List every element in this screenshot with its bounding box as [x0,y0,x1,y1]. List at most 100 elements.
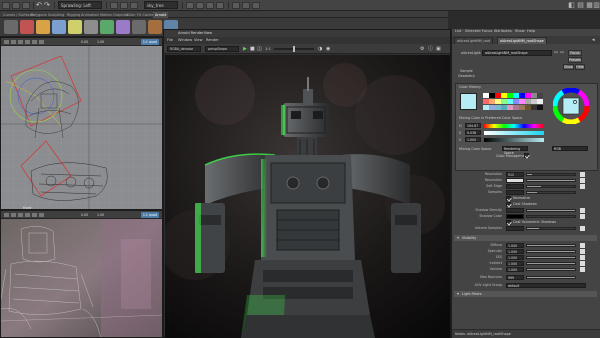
hue-field[interactable]: 194.67 [465,123,481,128]
ae-focus-button[interactable]: Focus [568,50,582,56]
ae-menu-list[interactable]: List [455,28,461,35]
render-menu-file[interactable]: File [167,37,173,44]
save-scene-icon[interactable] [22,2,30,9]
attr-slider-volume-samples[interactable] [526,227,576,230]
viewport-front[interactable]: 0.00 1.00 1:1 quad front [0,37,163,210]
render-info-icon[interactable]: ⓘ [428,46,433,52]
render-snapshot-icon[interactable]: ◉ [326,46,330,52]
viewport-gamma[interactable]: 1.00 [97,39,104,45]
attr-field-shadow-density[interactable] [506,208,524,213]
viewport-wireframe-icon[interactable] [18,213,23,217]
render-menu-render[interactable]: Render [206,37,219,44]
viewport-near-clip[interactable]: 0.00 [81,212,88,218]
attr-map-icon[interactable] [580,267,585,272]
vis-slider-volume[interactable] [526,268,576,271]
attr-checkbox-volumetric-shadows[interactable] [506,220,511,225]
redo-icon[interactable]: ↷ [44,2,50,9]
undo-icon[interactable]: ↶ [36,2,42,9]
attr-slider-shadow-density[interactable] [526,209,576,212]
render-expand-icon[interactable]: ▣ [436,46,441,52]
max-bounces-slider[interactable] [526,276,576,279]
vis-field-specular[interactable]: 1.000 [506,249,524,254]
viewport-grid-icon[interactable] [11,213,16,217]
ae-show-button[interactable]: Show [563,64,574,70]
render-channel-icon[interactable]: ◑ [318,46,322,52]
viewport-lights-icon[interactable] [32,213,37,217]
color-management-checkbox[interactable] [524,153,529,158]
render-menu-window[interactable]: Window [178,37,192,44]
attr-slider-resolution[interactable] [526,173,576,176]
color-history-row-1[interactable] [483,93,543,98]
attr-slider-shadow-color[interactable] [526,215,576,218]
attr-swatch-shadow-color[interactable] [506,214,524,219]
shelf-volume-icon[interactable] [116,20,130,34]
shelf-photometric-light-icon[interactable] [68,20,82,34]
menu-set-dropdown[interactable]: Sprawling: Left [58,1,102,9]
viewport-shaded-icon[interactable] [25,213,30,217]
snap-point-icon[interactable] [206,2,214,9]
shelf-render-icon[interactable] [4,20,18,34]
ipr-icon[interactable] [242,2,250,9]
aov-light-group-field[interactable]: default [506,283,586,288]
aov-dropdown[interactable]: RGBA_denoise [167,46,201,52]
attr-map-icon[interactable] [580,178,585,183]
render-icon[interactable] [232,2,240,9]
ae-menu-selected[interactable]: Selected [465,28,481,35]
viewport-resolution-badge[interactable]: 1:1 quad [140,212,159,218]
symmetry-icon[interactable]: ◧ [568,1,575,9]
saturation-slider[interactable] [484,131,544,135]
ae-goto-output-icon[interactable]: ⇨ [560,50,564,56]
vis-field-volume[interactable]: 1.000 [506,267,524,272]
ae-node-name-field[interactable]: aiAreaLightNM_rootShape [482,50,552,56]
attr-map-icon[interactable] [580,184,585,189]
ae-tab-shape[interactable]: aiAreaLightNM_rootShape [497,37,547,44]
open-scene-icon[interactable] [12,2,20,9]
viewport-wireframe-icon[interactable] [18,40,23,44]
render-play-icon[interactable]: ▶ [243,46,247,52]
attr-map-icon[interactable] [580,243,585,248]
viewport-near-clip[interactable]: 0.00 [81,39,88,45]
mixing-space-dropdown[interactable]: Rendering Space [502,146,528,155]
render-settings-icon[interactable] [252,2,260,9]
max-bounces-field[interactable]: 999 [506,275,524,280]
modeling-toolkit-icon[interactable]: ▤ [577,1,584,9]
shelf-skydome-light-icon[interactable] [36,20,50,34]
shelf-tx-manager-icon[interactable] [148,20,162,34]
attr-map-icon[interactable] [580,226,585,231]
vis-slider-indirect[interactable] [526,262,576,265]
render-settings-gear-icon[interactable]: ⚙ [420,46,424,52]
saturation-field[interactable]: 0.038 [465,130,481,135]
zoom-label[interactable]: 1:1 [265,46,271,52]
attr-slider-soft-edge[interactable] [526,185,576,188]
render-stop-icon[interactable]: ■ [250,46,255,52]
light-filters-section-header[interactable]: Light Filters [454,291,597,297]
ae-tab-transform[interactable]: aiAreaLightNM_root [454,37,494,44]
attr-map-icon[interactable] [580,172,585,177]
vis-field-sss[interactable]: 1.000 [506,255,524,260]
ae-menu-help[interactable]: Help [527,28,535,35]
ae-menu-show[interactable]: Show [515,28,525,35]
attr-field-resolution[interactable]: 512 [506,172,524,177]
attr-map-icon[interactable] [580,249,585,254]
viewport-persp[interactable]: 0.00 1.00 1:1 quad [0,210,163,338]
attr-slider-color[interactable] [526,179,576,182]
camera-dropdown[interactable]: perspShape [205,46,239,52]
attr-swatch-color[interactable] [506,178,524,183]
attr-field-samples[interactable] [506,190,524,195]
snap-surface-icon[interactable] [216,2,224,9]
hue-slider[interactable] [484,124,544,128]
color-swatch-current[interactable] [460,93,477,110]
vis-field-indirect[interactable]: 1.000 [506,261,524,266]
attr-field-volume-samples[interactable] [506,226,524,231]
vis-slider-sss[interactable] [526,256,576,259]
shelf-standin-icon[interactable] [100,20,114,34]
select-hierarchy-icon[interactable] [110,2,118,9]
shelf-light-portal-icon[interactable] [84,20,98,34]
color-history-row-3[interactable] [483,105,543,110]
attr-slider-samples[interactable] [526,191,576,194]
attr-map-icon[interactable] [580,255,585,260]
visibility-section-header[interactable]: Visibility [454,235,597,241]
vis-slider-specular[interactable] [526,250,576,253]
attr-map-icon[interactable] [580,214,585,219]
ae-presets-button[interactable]: Presets [568,57,582,63]
